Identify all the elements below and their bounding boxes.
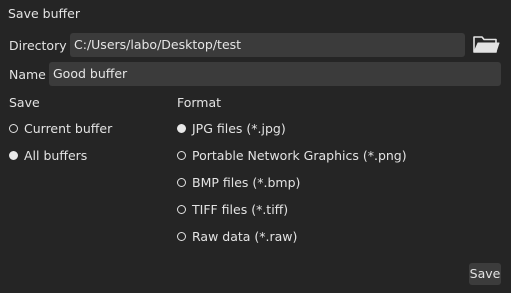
directory-field[interactable]: C:/Users/labo/Desktop/test <box>70 33 465 57</box>
save-section-heading: Save <box>9 95 40 110</box>
radio-format-tiff[interactable]: TIFF files (*.tiff) <box>177 202 288 217</box>
radio-indicator <box>177 151 186 160</box>
radio-all-buffers[interactable]: All buffers <box>9 148 87 163</box>
name-field[interactable]: Good buffer <box>49 62 501 86</box>
radio-label: JPG files (*.jpg) <box>192 121 286 136</box>
directory-label: Directory <box>9 38 67 53</box>
radio-label: Raw data (*.raw) <box>192 229 298 244</box>
radio-indicator <box>177 178 186 187</box>
radio-format-raw[interactable]: Raw data (*.raw) <box>177 229 297 244</box>
name-label: Name <box>9 67 46 82</box>
radio-label: TIFF files (*.tiff) <box>192 202 289 217</box>
radio-label: Portable Network Graphics (*.png) <box>192 148 407 163</box>
radio-indicator <box>177 124 186 133</box>
folder-icon <box>473 36 500 53</box>
radio-indicator <box>177 205 186 214</box>
radio-label: All buffers <box>24 148 88 163</box>
format-section-heading: Format <box>177 95 222 110</box>
radio-indicator <box>9 124 18 133</box>
radio-format-png[interactable]: Portable Network Graphics (*.png) <box>177 148 407 163</box>
radio-format-bmp[interactable]: BMP files (*.bmp) <box>177 175 300 190</box>
browse-folder-button[interactable] <box>471 33 501 57</box>
radio-current-buffer[interactable]: Current buffer <box>9 121 112 136</box>
radio-indicator <box>9 151 18 160</box>
radio-indicator <box>177 232 186 241</box>
radio-label: BMP files (*.bmp) <box>192 175 301 190</box>
dialog-title: Save buffer <box>8 6 80 21</box>
save-button[interactable]: Save <box>469 263 501 285</box>
radio-format-jpg[interactable]: JPG files (*.jpg) <box>177 121 286 136</box>
radio-label: Current buffer <box>24 121 113 136</box>
